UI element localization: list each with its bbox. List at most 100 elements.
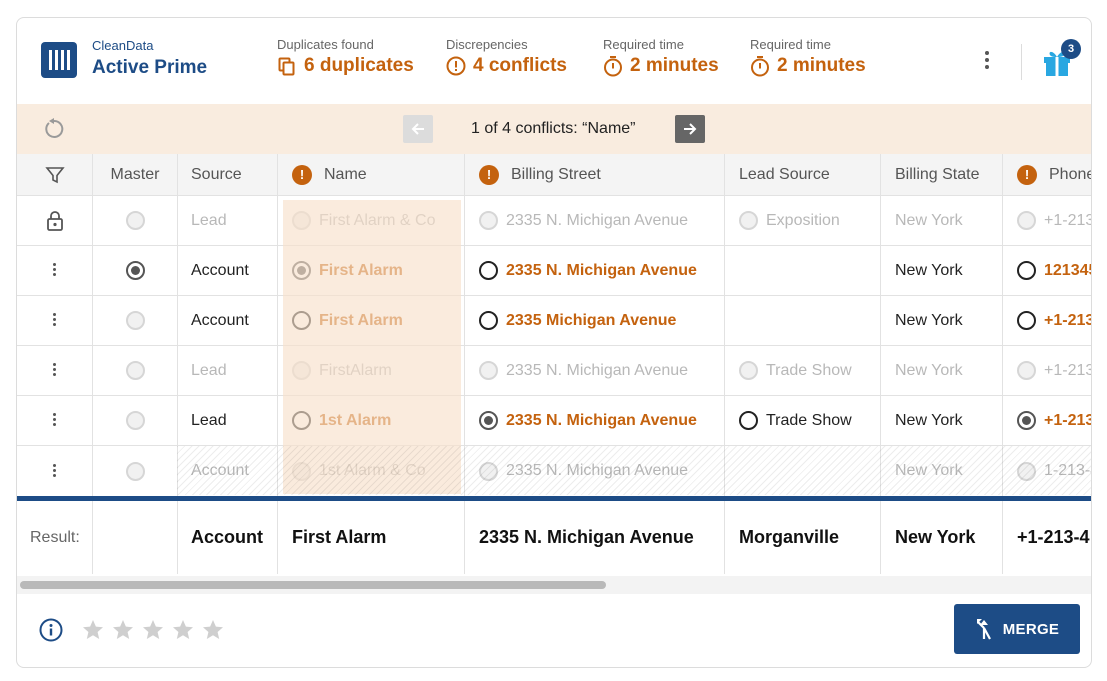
master-radio[interactable]: [125, 461, 145, 481]
source-cell: Lead: [178, 196, 278, 245]
more-options-button[interactable]: [979, 51, 995, 73]
column-header-name[interactable]: ! Name: [278, 154, 465, 195]
billing-state-value: New York: [881, 246, 1003, 295]
column-header-lead-source: Lead Source: [725, 154, 881, 195]
star-icon[interactable]: [111, 618, 135, 642]
stat-value: 2 minutes: [630, 55, 719, 76]
result-street: 2335 N. Michigan Avenue: [465, 501, 725, 574]
result-name: First Alarm: [278, 501, 465, 574]
table-row: Lead FirstAlarm 2335 N. Michigan Avenue …: [17, 346, 1091, 396]
master-radio[interactable]: [125, 411, 145, 430]
conflict-warning-icon: !: [292, 164, 312, 185]
name-radio[interactable]: [292, 261, 311, 280]
stopwatch-icon: [604, 56, 622, 77]
undo-icon[interactable]: [43, 118, 65, 140]
header-divider: [1021, 44, 1022, 80]
star-icon[interactable]: [171, 618, 195, 642]
phone-radio[interactable]: [1017, 311, 1036, 330]
lead-source-radio: [739, 211, 758, 230]
master-radio[interactable]: [125, 311, 145, 330]
name-value: 1st Alarm: [319, 411, 392, 429]
result-label: Result:: [17, 501, 93, 574]
name-radio[interactable]: [292, 311, 311, 330]
street-radio: [479, 461, 498, 481]
name-radio[interactable]: [292, 411, 311, 430]
stat-required-time: Required time 2 minutes: [603, 37, 719, 77]
billing-state-value: New York: [881, 446, 1003, 496]
phone-radio[interactable]: [1017, 261, 1036, 280]
lead-source-value: Exposition: [766, 211, 840, 229]
street-radio[interactable]: [479, 311, 498, 330]
lead-source-value: [725, 296, 881, 345]
column-header-billing-street[interactable]: ! Billing Street: [465, 154, 725, 195]
star-icon[interactable]: [141, 618, 165, 642]
billing-state-value: New York: [881, 196, 1003, 245]
table-row: Account 1st Alarm & Co 2335 N. Michigan …: [17, 446, 1091, 496]
scrollbar-thumb[interactable]: [20, 581, 606, 589]
street-radio: [479, 211, 498, 230]
stat-required-time: Required time 2 minutes: [750, 37, 866, 77]
column-header-label: Name: [324, 165, 367, 183]
source-cell: Account: [178, 446, 278, 496]
name-radio: [292, 211, 311, 230]
street-radio[interactable]: [479, 261, 498, 280]
row-menu-button[interactable]: [53, 363, 57, 378]
billing-state-value: New York: [881, 396, 1003, 445]
column-header-label: Billing Street: [511, 165, 601, 183]
source-cell: Lead: [178, 396, 278, 445]
arrow-left-icon: [411, 123, 424, 135]
merge-button[interactable]: MERGE: [954, 604, 1080, 654]
column-header-billing-state: Billing State: [881, 154, 1003, 195]
table-row: Lead 1st Alarm 2335 N. Michigan Avenue T…: [17, 396, 1091, 446]
phone-value: 1213456: [1044, 261, 1091, 279]
stat-label: Duplicates found: [277, 37, 374, 52]
master-radio: [125, 211, 145, 230]
previous-conflict-button[interactable]: [403, 115, 433, 143]
next-conflict-button[interactable]: [675, 115, 705, 143]
street-value: 2335 N. Michigan Avenue: [506, 462, 689, 479]
row-menu-button[interactable]: [53, 413, 57, 428]
result-phone: +1-213-4: [1003, 501, 1091, 574]
merge-icon: [976, 619, 991, 640]
records-grid: Master Source ! Name ! Billing Street Le…: [17, 154, 1092, 574]
filter-icon[interactable]: [44, 165, 65, 185]
star-icon[interactable]: [81, 618, 105, 642]
street-radio[interactable]: [479, 411, 498, 430]
lead-source-radio: [739, 361, 758, 380]
name-value: First Alarm: [319, 261, 403, 279]
street-value: 2335 N. Michigan Avenue: [506, 411, 697, 429]
conflict-warning-icon: !: [1017, 164, 1037, 185]
phone-radio: [1017, 211, 1036, 230]
copy-icon: [278, 57, 295, 76]
stat-label: Discrepencies: [446, 37, 528, 52]
lead-source-value: [725, 246, 881, 295]
stat-label: Required time: [750, 37, 831, 52]
rating-stars: [81, 618, 225, 642]
stat-value: 6 duplicates: [304, 55, 414, 76]
row-menu-button[interactable]: [53, 313, 57, 328]
lead-source-radio[interactable]: [739, 411, 758, 430]
brand-name: CleanData: [92, 38, 154, 53]
alert-circle-icon: [446, 56, 466, 76]
grid-header-row: Master Source ! Name ! Billing Street Le…: [17, 154, 1092, 196]
star-icon[interactable]: [201, 618, 225, 642]
result-lead-source: Morganville: [725, 501, 881, 574]
row-menu-button[interactable]: [53, 263, 57, 278]
row-menu-button[interactable]: [53, 463, 57, 479]
master-radio[interactable]: [125, 261, 145, 280]
product-name: Active Prime: [92, 57, 208, 78]
source-cell: Lead: [178, 346, 278, 395]
street-radio: [479, 361, 498, 380]
notification-count-badge: 3: [1061, 39, 1081, 59]
stat-conflicts: Discrepencies 4 conflicts: [446, 37, 567, 77]
result-billing-state: New York: [881, 501, 1003, 574]
column-header-label: Phone: [1049, 165, 1092, 183]
source-cell: Account: [178, 246, 278, 295]
stat-value: 4 conflicts: [473, 55, 567, 76]
lead-source-value: Trade Show: [766, 361, 852, 379]
master-radio[interactable]: [125, 361, 145, 380]
column-header-phone[interactable]: ! Phone: [1003, 154, 1092, 195]
horizontal-scrollbar[interactable]: [17, 576, 1091, 594]
phone-radio[interactable]: [1017, 411, 1036, 430]
info-icon[interactable]: [39, 618, 63, 642]
